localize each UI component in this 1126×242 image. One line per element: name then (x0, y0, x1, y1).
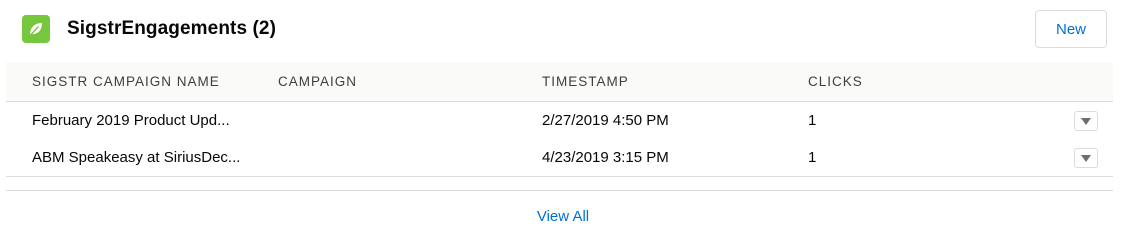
new-button[interactable]: New (1035, 10, 1107, 48)
table-header-row: SIGSTR CAMPAIGN NAME CAMPAIGN TIMESTAMP … (6, 62, 1113, 102)
leaf-icon-glyph (29, 23, 42, 36)
chevron-down-icon (1081, 154, 1091, 162)
view-all-link[interactable]: View All (0, 208, 1126, 225)
timestamp-cell: 4/23/2019 3:15 PM (542, 149, 669, 166)
column-header-campaign[interactable]: CAMPAIGN (278, 62, 357, 101)
column-header-clicks[interactable]: CLICKS (808, 62, 863, 101)
row-actions-button[interactable] (1074, 111, 1098, 131)
clicks-cell: 1 (808, 149, 817, 166)
row-actions-button[interactable] (1074, 148, 1098, 168)
related-list-card: SigstrEngagements (2) New SIGSTR CAMPAIG… (0, 0, 1126, 242)
footer-divider (6, 190, 1113, 191)
leaf-icon (22, 15, 50, 43)
table-row: February 2019 Product Upd... 2/27/2019 4… (6, 102, 1113, 140)
timestamp-cell: 2/27/2019 4:50 PM (542, 112, 669, 129)
sigstr-campaign-name-link[interactable]: February 2019 Product Upd... (32, 102, 230, 139)
column-header-timestamp[interactable]: TIMESTAMP (542, 62, 629, 101)
card-title[interactable]: SigstrEngagements (2) (67, 18, 276, 40)
chevron-down-icon (1081, 117, 1091, 125)
table-row: ABM Speakeasy at SiriusDec... 4/23/2019 … (6, 139, 1113, 177)
column-header-sigstr-campaign-name[interactable]: SIGSTR CAMPAIGN NAME (32, 62, 220, 101)
sigstr-campaign-name-link[interactable]: ABM Speakeasy at SiriusDec... (32, 139, 240, 176)
card-header: SigstrEngagements (2) New (22, 8, 1110, 50)
clicks-cell: 1 (808, 112, 817, 129)
